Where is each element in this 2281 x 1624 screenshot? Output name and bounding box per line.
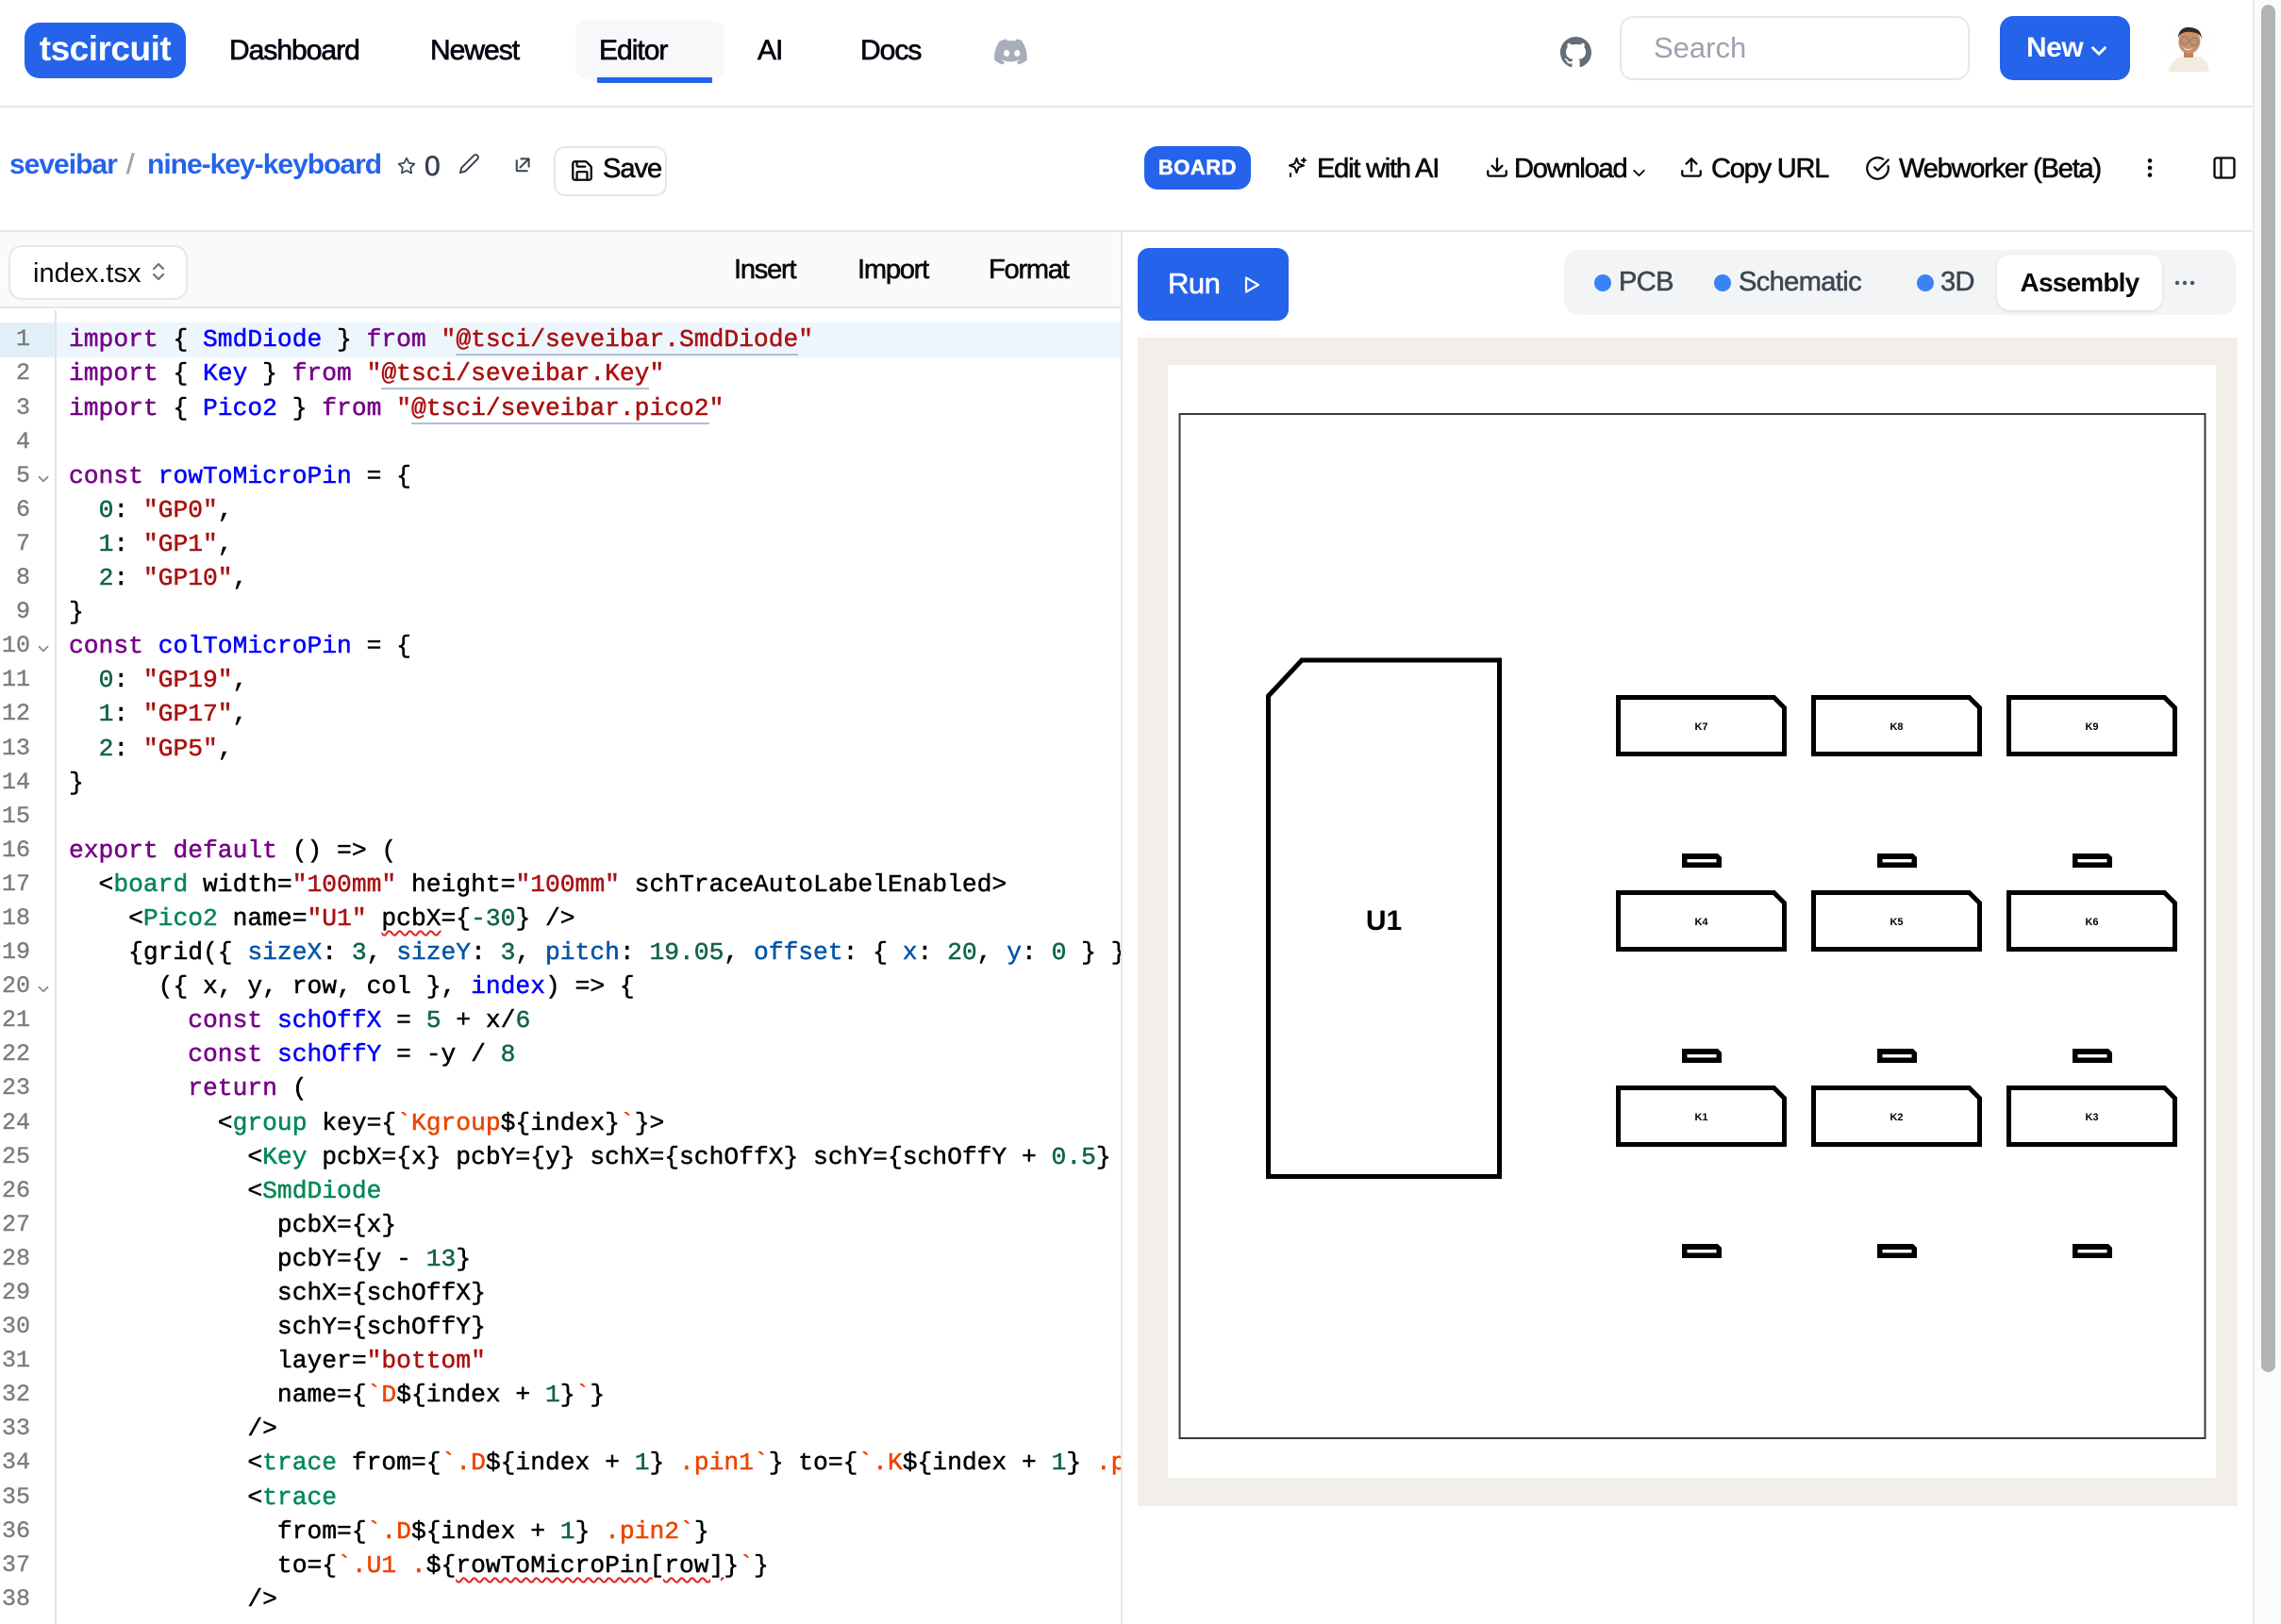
svg-text:K3: K3: [2085, 1112, 2098, 1123]
svg-text:K4: K4: [1694, 917, 1708, 928]
svg-text:K9: K9: [2085, 721, 2098, 733]
svg-text:K1: K1: [1694, 1112, 1707, 1123]
svg-text:K5: K5: [1890, 917, 1903, 928]
svg-text:K2: K2: [1890, 1112, 1903, 1123]
svg-text:K8: K8: [1890, 721, 1903, 733]
svg-text:K6: K6: [2085, 917, 2098, 928]
svg-text:U1: U1: [1366, 905, 1402, 936]
svg-text:K7: K7: [1694, 721, 1707, 733]
